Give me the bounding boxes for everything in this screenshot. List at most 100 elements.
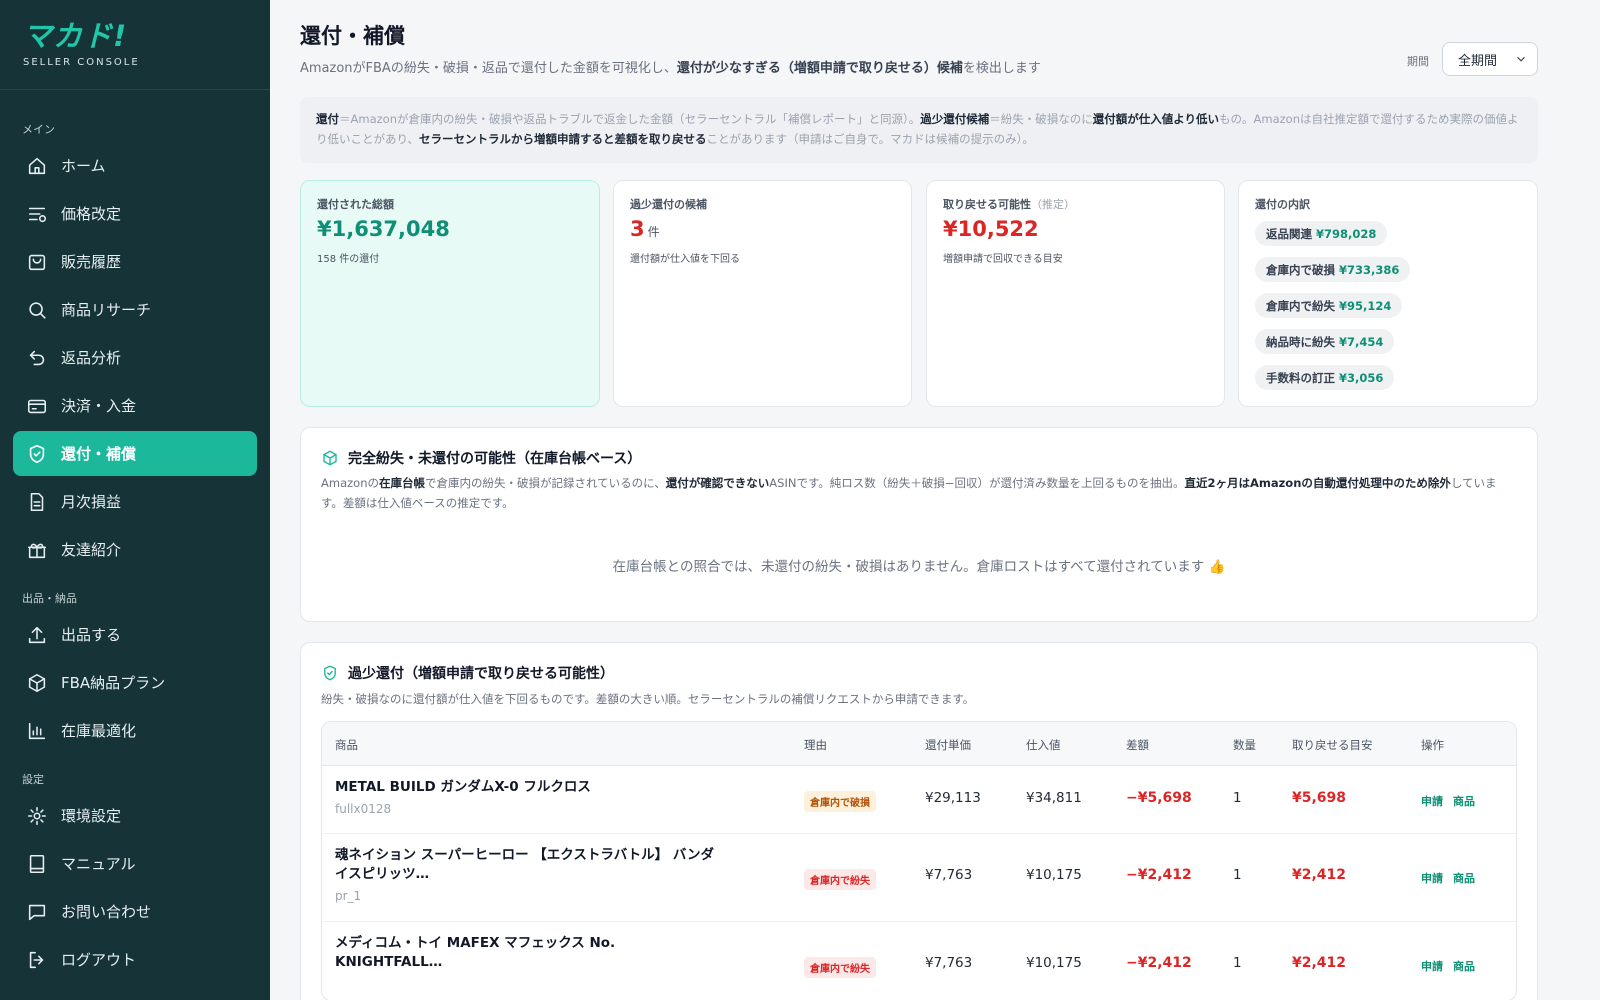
sidebar-item-returns[interactable]: 返品分析 [13, 335, 257, 380]
desc-term: 直近2ヶ月はAmazonの自動還付処理中のため除外 [1184, 476, 1451, 490]
under-reimbursed-table: 商品 理由 還付単価 仕入値 差額 数量 取り戻せる目安 操作 METAL BU… [321, 721, 1517, 1000]
column-header-unit-price: 還付単価 [925, 738, 971, 752]
credit-card-icon [25, 394, 49, 418]
quantity: 1 [1233, 867, 1242, 883]
sidebar-item-label: 還付・補償 [61, 445, 137, 463]
search-icon [25, 298, 49, 322]
sidebar-item-pricing[interactable]: 価格改定 [13, 191, 257, 236]
period-select[interactable]: 全期間 [1442, 42, 1538, 76]
stat-label: 還付された総額 [317, 198, 394, 211]
chip-amount: ¥798,028 [1316, 226, 1377, 241]
nav-section-listing: 出品・納品 [22, 592, 77, 605]
sidebar-item-payments[interactable]: 決済・入金 [13, 383, 257, 428]
sidebar-item-settings[interactable]: 環境設定 [13, 793, 257, 838]
shield-check-icon [324, 665, 336, 681]
stat-number: 3 [630, 217, 645, 241]
sidebar-item-label: 出品する [61, 626, 122, 644]
sidebar-item-label: 返品分析 [61, 349, 122, 367]
sidebar-item-monthly-pl[interactable]: 月次損益 [13, 479, 257, 524]
ledger-description: Amazonの在庫台帳で倉庫内の紛失・破損が記録されているのに、還付が確認できな… [321, 473, 1517, 513]
subtitle-part: AmazonがFBAの紛失・破損・返品で還付した金額を可視化し、 [300, 61, 677, 76]
cost-price: ¥10,175 [1026, 867, 1082, 883]
difference: −¥5,698 [1126, 790, 1192, 806]
apply-link[interactable]: 申請 [1421, 958, 1443, 974]
table-header: 商品 理由 還付単価 仕入値 差額 数量 取り戻せる目安 操作 [322, 722, 1516, 766]
notice-text: ＝Amazonが倉庫内の紛失・破損や返品トラブルで返金した金額（セラーセントラル… [339, 112, 921, 126]
desc-text: ASINです。純ロス数（紛失＋破損−回収）が還付済み数量を上回るものを抽出。 [769, 476, 1185, 490]
book-icon [25, 852, 49, 876]
product-name[interactable]: 魂ネイション スーパーヒーロー 【エクストラバトル】 バンダイスピリッツ… [335, 846, 720, 884]
column-header-actions: 操作 [1421, 738, 1444, 752]
sidebar-item-home[interactable]: ホーム [13, 143, 257, 188]
stat-label: 過少還付の候補 [630, 198, 707, 211]
stat-card-recoverable: 取り戻せる可能性（推定） ¥10,522 増額申請で回収できる目安 [926, 180, 1225, 407]
product-link[interactable]: 商品 [1453, 793, 1475, 809]
reason-badge: 倉庫内で紛失 [804, 957, 876, 978]
stat-subtext: 158 件の還付 [317, 254, 380, 265]
product-link[interactable]: 商品 [1453, 870, 1475, 886]
section-title-text: 過少還付（増額申請で取り戻せる可能性） [348, 666, 614, 682]
sidebar-item-manual[interactable]: マニュアル [13, 841, 257, 886]
subtitle-emphasis: 還付が少なすぎる（増額申請で取り戻せる）候補 [676, 61, 963, 76]
brand-subtitle: SELLER CONSOLE [23, 57, 140, 68]
ledger-section: 完全紛失・未還付の可能性（在庫台帳ベース） Amazonの在庫台帳で倉庫内の紛失… [300, 427, 1538, 622]
sidebar-item-research[interactable]: 商品リサーチ [13, 287, 257, 332]
sidebar-item-inventory[interactable]: 在庫最適化 [13, 708, 257, 753]
sidebar-item-label: 価格改定 [61, 205, 122, 223]
under-section-description: 紛失・破損なのに還付額が仕入値を下回るものです。差額の大きい順。セラーセントラル… [321, 692, 975, 706]
gear-icon [25, 804, 49, 828]
recoverable-amount: ¥2,412 [1292, 867, 1347, 883]
sidebar: マカド! SELLER CONSOLE メイン ホーム 価格改定 販売履歴 商品… [0, 0, 270, 1000]
sidebar-item-label: FBA納品プラン [61, 674, 166, 692]
notice-text: ことがあります（申請はご自身で。マカドは候補の提示のみ）。 [706, 132, 1034, 146]
unit-price: ¥29,113 [925, 790, 981, 806]
notice-term: 過少還付候補 [920, 112, 990, 126]
ledger-section-title: 完全紛失・未還付の可能性（在庫台帳ベース） [321, 448, 641, 468]
unit-price: ¥7,763 [925, 867, 973, 883]
sidebar-item-reimbursement[interactable]: 還付・補償 [13, 431, 257, 476]
stat-subtext: 還付額が仕入値を下回る [630, 254, 740, 265]
sidebar-item-contact[interactable]: お問い合わせ [13, 889, 257, 934]
sidebar-item-list[interactable]: 出品する [13, 612, 257, 657]
reason-badge: 倉庫内で紛失 [804, 869, 876, 890]
reason-badge: 倉庫内で破損 [804, 791, 876, 812]
sidebar-item-sales-history[interactable]: 販売履歴 [13, 239, 257, 284]
nav-section-settings: 設定 [22, 773, 44, 786]
product-name[interactable]: メディコム・トイ MAFEX マフェックス No. KNIGHTFALL… [335, 934, 720, 972]
upload-icon [25, 623, 49, 647]
chip-label: 返品関連 [1266, 226, 1312, 241]
notice-term: 還付額が仕入値より低い [1092, 112, 1220, 126]
chip-label: 倉庫内で破損 [1266, 262, 1335, 277]
product-link[interactable]: 商品 [1453, 958, 1475, 974]
desc-text: Amazonの [321, 476, 379, 490]
column-header-cost: 仕入値 [1026, 738, 1061, 752]
stat-unit: 件 [647, 225, 660, 239]
ledger-empty-message: 在庫台帳との照合では、未還付の紛失・破損はありません。倉庫ロストはすべて還付され… [612, 559, 1226, 575]
brand[interactable]: マカド! SELLER CONSOLE [0, 0, 270, 90]
recoverable-amount: ¥2,412 [1292, 955, 1347, 971]
stat-label-text: 取り戻せる可能性 [943, 198, 1031, 211]
product-name[interactable]: METAL BUILD ガンダムX-0 フルクロス [335, 778, 720, 797]
brand-logo: マカド! [23, 19, 128, 53]
apply-link[interactable]: 申請 [1421, 870, 1443, 886]
chip-label: 納品時に紛失 [1266, 334, 1335, 349]
apply-link[interactable]: 申請 [1421, 793, 1443, 809]
sidebar-item-fba-plan[interactable]: FBA納品プラン [13, 660, 257, 705]
sidebar-item-logout[interactable]: ログアウト [13, 937, 257, 982]
desc-term: 在庫台帳 [378, 476, 425, 490]
sidebar-item-label: 商品リサーチ [61, 301, 152, 319]
cost-price: ¥10,175 [1026, 955, 1082, 971]
table-row: メディコム・トイ MAFEX マフェックス No. KNIGHTFALL… 倉庫… [322, 922, 1516, 1000]
breakdown-chip: 手数料の訂正 ¥3,056 [1255, 365, 1395, 390]
sidebar-item-label: ログアウト [61, 951, 137, 969]
chip-amount: ¥733,386 [1339, 262, 1400, 277]
difference: −¥2,412 [1126, 867, 1192, 883]
gift-icon [25, 538, 49, 562]
product-sku: fullx0128 [335, 802, 392, 816]
recoverable-amount: ¥5,698 [1292, 790, 1347, 806]
sidebar-item-referral[interactable]: 友達紹介 [13, 527, 257, 572]
box-icon [323, 450, 337, 466]
sidebar-item-label: マニュアル [61, 855, 136, 873]
under-reimbursed-section: 過少還付（増額申請で取り戻せる可能性） 紛失・破損なのに還付額が仕入値を下回るも… [300, 642, 1538, 1000]
home-icon [25, 154, 49, 178]
